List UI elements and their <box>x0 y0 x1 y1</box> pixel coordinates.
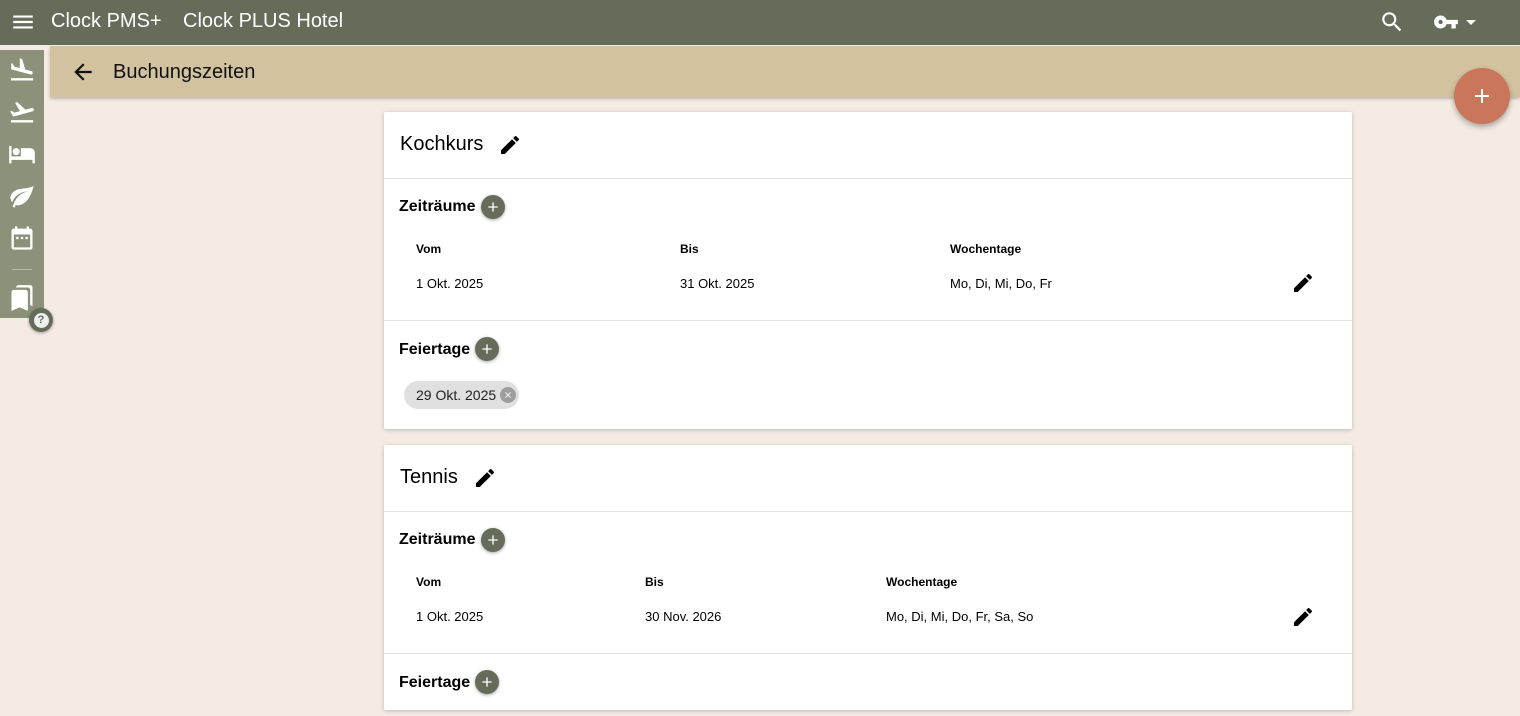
rail-divider <box>12 269 32 270</box>
add-holiday-button[interactable] <box>475 337 499 361</box>
periods-title: Zeiträume <box>399 531 476 548</box>
add-period-button[interactable] <box>481 195 505 219</box>
add-holiday-button[interactable] <box>475 670 499 694</box>
add-period-button[interactable] <box>481 528 505 552</box>
hotel-name: Clock PLUS Hotel <box>183 10 344 32</box>
flight-takeoff-icon[interactable] <box>8 98 36 126</box>
column-header-to: Bis <box>645 575 664 589</box>
plus-icon <box>488 535 498 545</box>
divider <box>384 511 1352 512</box>
periods-title: Zeiträume <box>399 198 476 215</box>
period-weekdays: Mo, Di, Mi, Do, Fr <box>950 276 1052 291</box>
top-app-bar: Clock PMS+ Clock PLUS Hotel <box>0 0 1520 45</box>
card-title: Kochkurs <box>400 133 484 155</box>
holiday-chip: 29 Okt. 2025 <box>404 381 520 409</box>
page-title: Buchungszeiten <box>113 61 256 83</box>
period-from: 1 Okt. 2025 <box>416 609 484 624</box>
period-from: 1 Okt. 2025 <box>416 276 484 291</box>
remove-holiday-icon[interactable] <box>500 387 517 403</box>
column-header-weekdays: Wochentage <box>886 575 958 589</box>
back-arrow-icon[interactable] <box>70 59 96 85</box>
plus-icon <box>1475 89 1489 103</box>
side-navigation <box>0 50 44 318</box>
holiday-date: 29 Okt. 2025 <box>416 387 497 403</box>
edit-period-icon[interactable] <box>1291 605 1315 629</box>
help-icon: ? <box>33 312 49 328</box>
period-to: 30 Nov. 2026 <box>645 609 722 624</box>
plus-icon <box>482 677 492 687</box>
plus-icon <box>488 202 498 212</box>
page-header: Buchungszeiten <box>50 46 1520 97</box>
divider <box>384 653 1352 654</box>
period-weekdays: Mo, Di, Mi, Do, Fr, Sa, So <box>886 609 1034 624</box>
period-to: 31 Okt. 2025 <box>680 276 755 291</box>
leaf-icon[interactable] <box>8 182 36 210</box>
bed-icon[interactable] <box>8 140 36 168</box>
key-icon <box>1433 9 1459 35</box>
edit-period-icon[interactable] <box>1291 271 1315 295</box>
booking-time-card: Kochkurs Zeiträume Vom Bis Wochentage 1 … <box>384 112 1352 429</box>
column-header-from: Vom <box>416 242 442 256</box>
holidays-title: Feiertage <box>399 674 471 691</box>
edit-title-icon[interactable] <box>498 133 522 157</box>
menu-icon[interactable] <box>10 9 36 35</box>
holidays-title: Feiertage <box>399 341 471 358</box>
plus-icon <box>482 344 492 354</box>
account-menu-button[interactable] <box>1433 9 1487 35</box>
booking-time-card: Tennis Zeiträume Vom Bis Wochentage 1 Ok… <box>384 445 1352 710</box>
divider <box>384 178 1352 179</box>
flight-land-icon[interactable] <box>8 56 36 84</box>
column-header-to: Bis <box>680 242 699 256</box>
calendar-icon[interactable] <box>8 224 36 252</box>
app-title[interactable]: Clock PMS+ <box>51 10 162 33</box>
column-header-weekdays: Wochentage <box>950 242 1022 256</box>
add-fab-button[interactable] <box>1454 68 1510 124</box>
help-button[interactable]: ? <box>29 308 53 332</box>
card-title: Tennis <box>400 466 458 488</box>
column-header-from: Vom <box>416 575 442 589</box>
divider <box>384 320 1352 321</box>
edit-title-icon[interactable] <box>473 466 497 490</box>
chevron-down-icon <box>1459 10 1483 34</box>
bookmarks-icon[interactable] <box>8 284 36 312</box>
search-icon[interactable] <box>1379 9 1405 35</box>
